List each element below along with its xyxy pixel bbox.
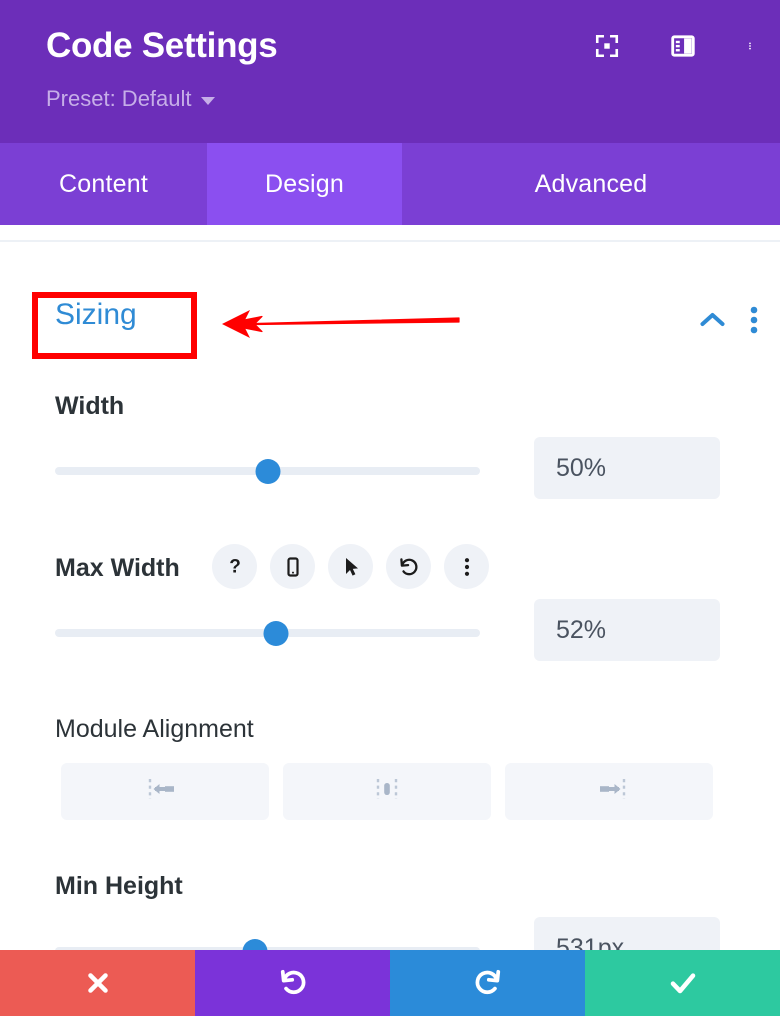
module-alignment-group xyxy=(61,763,713,820)
align-left-button[interactable] xyxy=(61,763,269,820)
preset-selector[interactable]: Preset: Default xyxy=(46,86,215,112)
field-label-width: Width xyxy=(55,392,125,420)
more-options-icon[interactable] xyxy=(746,32,754,60)
max-width-slider[interactable] xyxy=(55,621,480,646)
mobile-responsive-icon[interactable] xyxy=(270,544,315,589)
page-title: Code Settings xyxy=(46,26,278,65)
width-slider-thumb[interactable] xyxy=(255,459,280,484)
save-button[interactable] xyxy=(585,950,780,1016)
undo-icon xyxy=(277,967,309,999)
section-more-options-icon[interactable] xyxy=(750,306,758,334)
undo-button[interactable] xyxy=(195,950,390,1016)
settings-content: Sizing Width 50% Max Width ? 52% Module … xyxy=(0,242,780,950)
header-icon-group xyxy=(594,32,754,60)
panel-layout-icon[interactable] xyxy=(670,33,696,59)
redo-icon xyxy=(472,967,504,999)
field-label-max-width: Max Width xyxy=(55,554,180,582)
focus-frame-icon[interactable] xyxy=(594,33,620,59)
hover-cursor-icon[interactable] xyxy=(328,544,373,589)
tab-advanced[interactable]: Advanced xyxy=(402,143,780,225)
panel-header: Code Settings Preset: Default xyxy=(0,0,780,143)
tab-content[interactable]: Content xyxy=(0,143,207,225)
min-height-slider-thumb[interactable] xyxy=(242,939,268,950)
field-label-min-height: Min Height xyxy=(55,872,183,900)
min-height-value-input[interactable]: 531px xyxy=(534,917,720,950)
preset-label: Preset: Default xyxy=(46,86,192,111)
section-tools xyxy=(699,306,758,334)
chevron-down-icon xyxy=(200,96,215,105)
section-title-sizing[interactable]: Sizing xyxy=(55,298,137,332)
code-settings-panel: Code Settings Preset: Default Content De… xyxy=(0,0,780,1016)
align-right-icon xyxy=(589,775,629,808)
action-bar xyxy=(0,950,780,1016)
max-width-more-options-icon[interactable] xyxy=(444,544,489,589)
checkmark-icon xyxy=(667,967,699,999)
section-sizing-header: Sizing xyxy=(0,298,780,348)
align-center-icon xyxy=(367,775,407,808)
cancel-button[interactable] xyxy=(0,950,195,1016)
reset-icon[interactable] xyxy=(386,544,431,589)
min-height-slider[interactable] xyxy=(55,939,480,950)
max-width-value-input[interactable]: 52% xyxy=(534,599,720,661)
help-icon[interactable]: ? xyxy=(212,544,257,589)
tab-bar: Content Design Advanced xyxy=(0,143,780,225)
align-center-button[interactable] xyxy=(283,763,491,820)
tab-design[interactable]: Design xyxy=(207,143,402,225)
width-value-input[interactable]: 50% xyxy=(534,437,720,499)
align-right-button[interactable] xyxy=(505,763,713,820)
chevron-up-icon[interactable] xyxy=(699,310,726,330)
close-x-icon xyxy=(83,968,113,998)
redo-button[interactable] xyxy=(390,950,585,1016)
svg-text:?: ? xyxy=(229,556,241,577)
width-slider[interactable] xyxy=(55,459,480,484)
align-left-icon xyxy=(145,775,185,808)
max-width-slider-thumb[interactable] xyxy=(263,621,289,646)
field-label-module-alignment: Module Alignment xyxy=(55,715,254,743)
max-width-icon-group: ? xyxy=(212,544,489,589)
